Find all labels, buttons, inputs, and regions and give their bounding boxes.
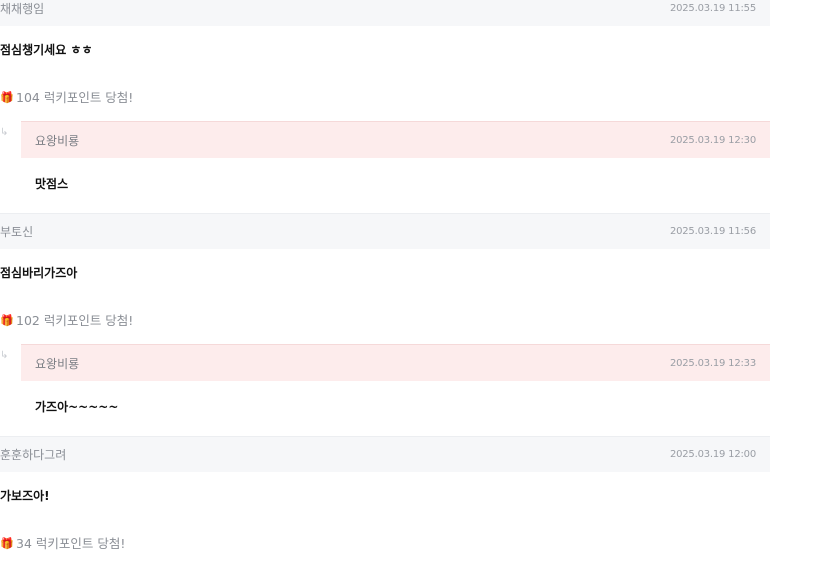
reply-item: ↳ 요왕비룡 2025.03.19 12:33 가즈아~~~~~ — [0, 344, 770, 436]
gift-icon: 🎁 — [0, 314, 14, 327]
comment-item: 채채행임 2025.03.19 11:55 점심챙기세요 ㅎㅎ 🎁 104 럭키… — [0, 0, 770, 213]
comment-item: 부토신 2025.03.19 11:56 점심바리가즈아 🎁 102 럭키포인트… — [0, 213, 770, 436]
lucky-point-text: 104 럭키포인트 당첨! — [16, 90, 134, 105]
lucky-point-text: 102 럭키포인트 당첨! — [16, 313, 134, 328]
reply-header: 요왕비룡 2025.03.19 12:30 — [21, 121, 770, 158]
reply-text: 맛점스 — [35, 177, 69, 191]
lucky-point-notice: 🎁 102 럭키포인트 당첨! — [0, 298, 770, 344]
comment-item: 훈훈하다그려 2025.03.19 12:00 가보즈아! 🎁 34 럭키포인트… — [0, 436, 770, 567]
lucky-point-notice: 🎁 104 럭키포인트 당첨! — [0, 75, 770, 121]
comment-text: 점심바리가즈아 — [0, 266, 78, 280]
gift-icon: 🎁 — [0, 91, 14, 104]
reply-date: 2025.03.19 12:33 — [669, 357, 756, 369]
comment-date: 2025.03.19 12:00 — [669, 449, 756, 460]
comment-header: 훈훈하다그려 2025.03.19 12:00 — [0, 436, 770, 472]
reply-item: ↳ 요왕비룡 2025.03.19 12:30 맛점스 — [0, 121, 770, 213]
reply-author[interactable]: 요왕비룡 — [35, 132, 79, 149]
gift-icon: 🎁 — [0, 537, 14, 550]
comment-date: 2025.03.19 11:55 — [669, 2, 756, 14]
comment-text: 점심챙기세요 ㅎㅎ — [0, 43, 93, 57]
comment-header: 채채행임 2025.03.19 11:55 — [0, 0, 770, 26]
reply-arrow-icon: ↳ — [0, 350, 9, 361]
comment-author[interactable]: 훈훈하다그려 — [0, 446, 66, 463]
lucky-point-notice: 🎁 34 럭키포인트 당첨! — [0, 521, 770, 567]
comment-author[interactable]: 채채행임 — [0, 0, 44, 17]
comment-list: 채채행임 2025.03.19 11:55 점심챙기세요 ㅎㅎ 🎁 104 럭키… — [0, 0, 770, 567]
reply-header: 요왕비룡 2025.03.19 12:33 — [21, 344, 770, 381]
reply-text: 가즈아~~~~~ — [35, 400, 119, 414]
comment-text: 가보즈아! — [0, 489, 50, 503]
reply-date: 2025.03.19 12:30 — [669, 134, 756, 146]
lucky-point-text: 34 럭키포인트 당첨! — [16, 536, 126, 551]
reply-arrow-icon: ↳ — [0, 127, 9, 138]
comment-author[interactable]: 부토신 — [0, 223, 33, 240]
comment-header: 부토신 2025.03.19 11:56 — [0, 213, 770, 249]
reply-author[interactable]: 요왕비룡 — [35, 355, 79, 372]
comment-date: 2025.03.19 11:56 — [669, 226, 756, 237]
